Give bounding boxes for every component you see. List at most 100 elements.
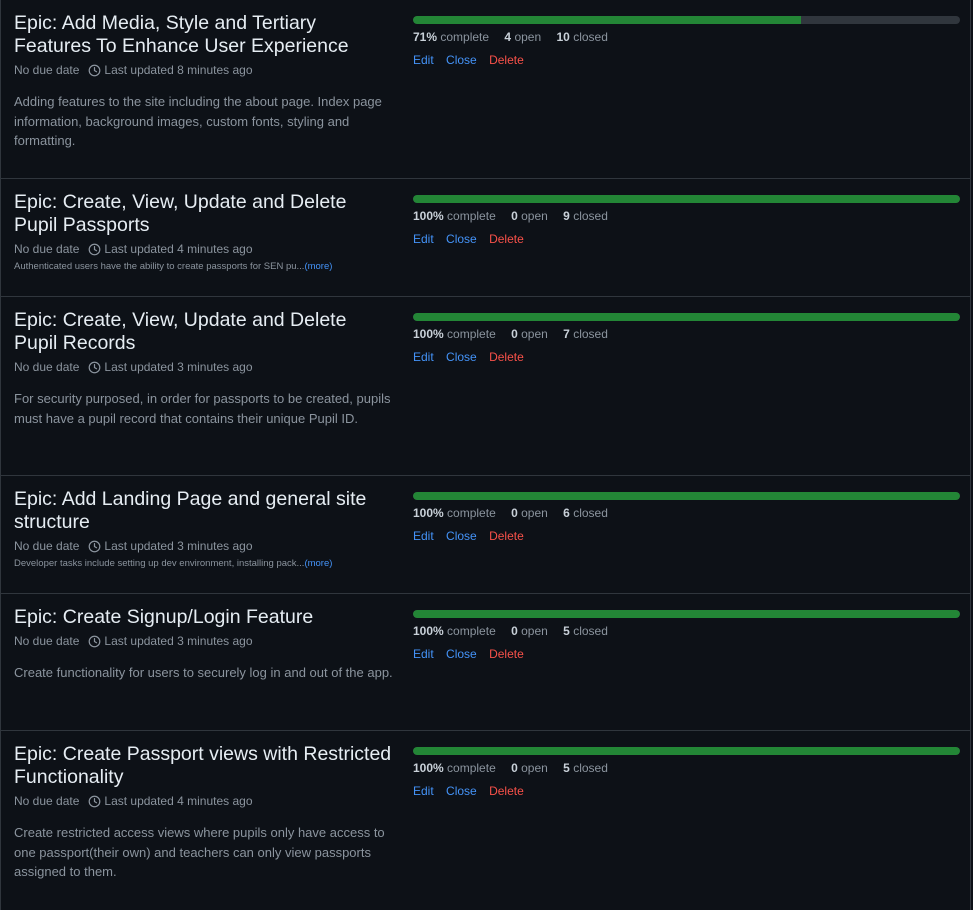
open-label: open xyxy=(521,761,548,775)
clock-icon xyxy=(89,243,101,255)
milestone-meta: No due date Last updated 3 minutes ago xyxy=(14,539,394,553)
milestone-item: Epic: Create, View, Update and Delete Pu… xyxy=(1,179,970,297)
milestone-item: Epic: Create, View, Update and Delete Pu… xyxy=(1,297,970,476)
due-date: No due date xyxy=(14,794,80,808)
milestone-item: Epic: Create Passport views with Restric… xyxy=(1,731,970,910)
edit-link[interactable]: Edit xyxy=(413,53,434,67)
close-link[interactable]: Close xyxy=(446,350,477,364)
milestone-actions: Edit Close Delete xyxy=(413,350,961,364)
progress-fill xyxy=(413,195,960,203)
more-link[interactable]: (more) xyxy=(304,261,332,272)
clock-icon xyxy=(89,540,101,552)
delete-link[interactable]: Delete xyxy=(489,350,524,364)
closed-count: 10 xyxy=(556,30,570,44)
percent-value: 100% xyxy=(413,327,444,341)
closed-label: closed xyxy=(573,30,608,44)
milestone-actions: Edit Close Delete xyxy=(413,53,961,67)
delete-link[interactable]: Delete xyxy=(489,529,524,543)
milestone-description: Create restricted access views where pup… xyxy=(14,825,385,879)
milestone-meta: No due date Last updated 3 minutes ago xyxy=(14,360,394,374)
due-date: No due date xyxy=(14,63,80,77)
progress-fill xyxy=(413,16,802,24)
closed-label: closed xyxy=(573,327,608,341)
clock-icon xyxy=(89,635,101,647)
open-count: 0 xyxy=(511,761,518,775)
milestone-description: Create functionality for users to secure… xyxy=(14,665,393,680)
closed-count: 5 xyxy=(563,624,570,638)
close-link[interactable]: Close xyxy=(446,647,477,661)
milestone-actions: Edit Close Delete xyxy=(413,647,961,661)
complete-label: complete xyxy=(447,506,496,520)
close-link[interactable]: Close xyxy=(446,232,477,246)
milestone-item: Epic: Create Signup/Login Feature No due… xyxy=(1,594,970,731)
milestone-description: For security purposed, in order for pass… xyxy=(14,391,391,426)
closed-label: closed xyxy=(573,209,608,223)
closed-label: closed xyxy=(573,761,608,775)
close-link[interactable]: Close xyxy=(446,53,477,67)
milestone-actions: Edit Close Delete xyxy=(413,232,961,246)
closed-label: closed xyxy=(573,506,608,520)
open-count: 0 xyxy=(511,209,518,223)
percent-value: 100% xyxy=(413,209,444,223)
closed-count: 6 xyxy=(563,506,570,520)
close-link[interactable]: Close xyxy=(446,529,477,543)
open-label: open xyxy=(514,30,542,44)
complete-label: complete xyxy=(440,30,490,44)
milestone-stats: 100% complete 0 open 7 closed xyxy=(413,327,961,341)
milestone-meta: No due date Last updated 3 minutes ago xyxy=(14,634,394,648)
milestone-stats: 100% complete 0 open 9 closed xyxy=(413,209,961,223)
delete-link[interactable]: Delete xyxy=(489,647,524,661)
milestone-description: Adding features to the site including th… xyxy=(14,94,382,148)
percent-value: 71% xyxy=(413,30,438,44)
complete-label: complete xyxy=(447,327,496,341)
delete-link[interactable]: Delete xyxy=(489,232,524,246)
last-updated: Last updated 4 minutes ago xyxy=(104,242,253,256)
milestone-title[interactable]: Epic: Create, View, Update and Delete Pu… xyxy=(14,191,394,237)
milestone-description: Developer tasks include setting up dev e… xyxy=(14,558,394,569)
milestone-title[interactable]: Epic: Create, View, Update and Delete Pu… xyxy=(14,309,394,355)
edit-link[interactable]: Edit xyxy=(413,647,434,661)
progress-bar xyxy=(413,195,960,203)
closed-label: closed xyxy=(573,624,608,638)
edit-link[interactable]: Edit xyxy=(413,529,434,543)
milestone-list: Epic: Add Media, Style and Tertiary Feat… xyxy=(0,0,971,910)
milestone-meta: No due date Last updated 8 minutes ago xyxy=(14,63,394,77)
complete-label: complete xyxy=(447,209,496,223)
milestone-stats: 100% complete 0 open 5 closed xyxy=(413,624,961,638)
milestone-item: Epic: Add Landing Page and general site … xyxy=(1,476,970,594)
milestone-meta: No due date Last updated 4 minutes ago xyxy=(14,242,394,256)
edit-link[interactable]: Edit xyxy=(413,350,434,364)
progress-bar xyxy=(413,16,960,24)
edit-link[interactable]: Edit xyxy=(413,232,434,246)
description-text: Authenticated users have the ability to … xyxy=(14,261,305,272)
delete-link[interactable]: Delete xyxy=(489,784,524,798)
delete-link[interactable]: Delete xyxy=(489,53,524,67)
milestone-title[interactable]: Epic: Add Landing Page and general site … xyxy=(14,488,394,534)
milestone-description: Authenticated users have the ability to … xyxy=(14,261,394,272)
open-count: 0 xyxy=(511,624,518,638)
open-count: 0 xyxy=(511,327,518,341)
due-date: No due date xyxy=(14,634,80,648)
complete-label: complete xyxy=(447,624,496,638)
last-updated: Last updated 3 minutes ago xyxy=(104,539,253,553)
milestone-stats: 71% complete 4 open 10 closed xyxy=(413,30,961,44)
milestone-meta: No due date Last updated 4 minutes ago xyxy=(14,794,394,808)
open-label: open xyxy=(521,506,548,520)
milestone-title[interactable]: Epic: Create Signup/Login Feature xyxy=(14,606,394,629)
milestone-actions: Edit Close Delete xyxy=(413,784,961,798)
last-updated: Last updated 3 minutes ago xyxy=(104,634,253,648)
progress-fill xyxy=(413,747,960,755)
complete-label: complete xyxy=(447,761,496,775)
due-date: No due date xyxy=(14,360,80,374)
milestone-title[interactable]: Epic: Create Passport views with Restric… xyxy=(14,743,394,789)
description-text: Developer tasks include setting up dev e… xyxy=(14,558,305,569)
milestone-stats: 100% complete 0 open 5 closed xyxy=(413,761,961,775)
milestone-title[interactable]: Epic: Add Media, Style and Tertiary Feat… xyxy=(14,12,394,58)
edit-link[interactable]: Edit xyxy=(413,784,434,798)
due-date: No due date xyxy=(14,242,80,256)
clock-icon xyxy=(89,795,101,807)
closed-count: 9 xyxy=(563,209,570,223)
open-label: open xyxy=(521,624,548,638)
close-link[interactable]: Close xyxy=(446,784,477,798)
more-link[interactable]: (more) xyxy=(304,558,332,569)
